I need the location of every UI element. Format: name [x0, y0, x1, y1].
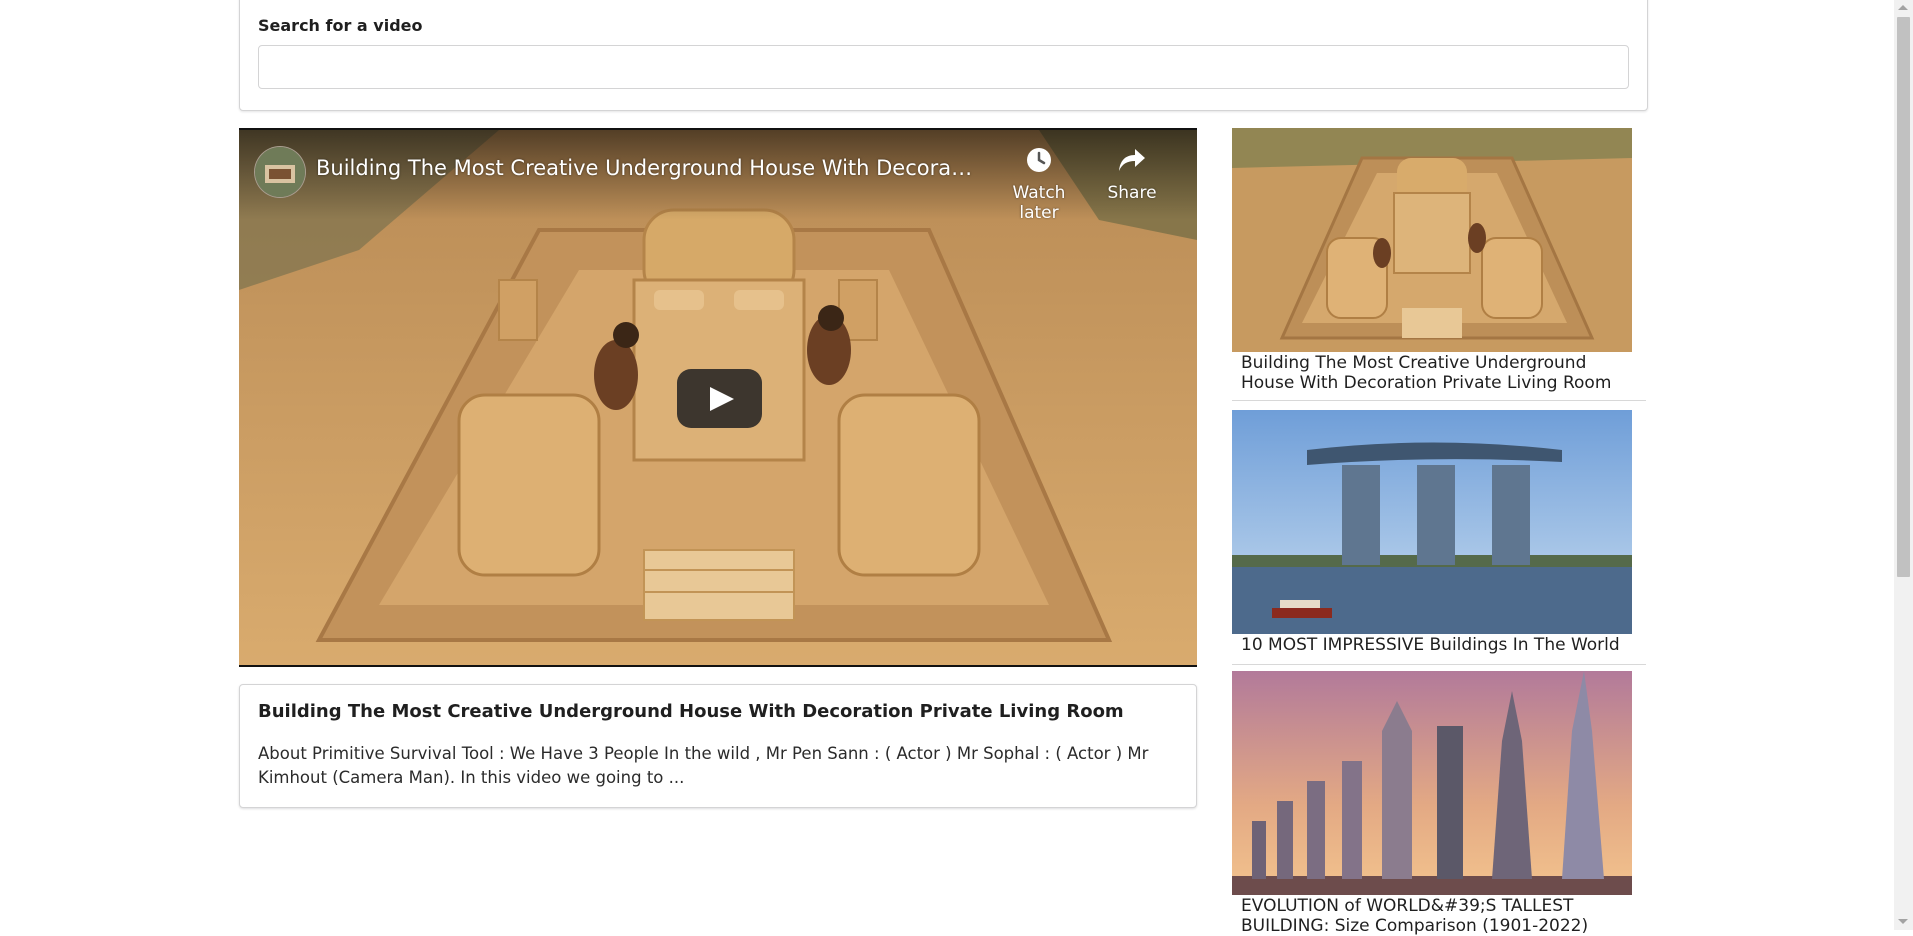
video-player[interactable]: Building The Most Creative Underground H…	[239, 128, 1197, 667]
video-detail-description: About Primitive Survival Tool : We Have …	[258, 744, 1149, 787]
share-arrow-icon	[1092, 146, 1172, 179]
scroll-up-arrow-icon[interactable]	[1898, 5, 1908, 10]
video-list-item[interactable]: EVOLUTION of WORLD&#39;S TALLEST BUILDIN…	[1232, 671, 1646, 936]
scrollbar-thumb[interactable]	[1897, 17, 1910, 577]
clock-icon	[991, 146, 1087, 179]
video-detail-card: Building The Most Creative Underground H…	[239, 684, 1197, 808]
player-header: Building The Most Creative Underground H…	[239, 130, 1197, 223]
share-button[interactable]: Share	[1092, 146, 1172, 203]
search-bar-card: Search for a video	[239, 0, 1648, 111]
video-thumbnail[interactable]	[1232, 128, 1632, 352]
video-thumbnail[interactable]	[1232, 671, 1632, 895]
player-video-title[interactable]: Building The Most Creative Underground H…	[316, 156, 976, 180]
watch-later-label: Watch later	[1012, 183, 1066, 223]
play-icon	[710, 387, 734, 411]
channel-avatar[interactable]	[254, 146, 306, 198]
video-list-item-title[interactable]: EVOLUTION of WORLD&#39;S TALLEST BUILDIN…	[1241, 896, 1631, 936]
video-list-item-title[interactable]: 10 MOST IMPRESSIVE Buildings In The Worl…	[1241, 635, 1631, 655]
video-list-item-title[interactable]: Building The Most Creative Underground H…	[1241, 353, 1631, 393]
search-label: Search for a video	[258, 16, 423, 35]
video-thumbnail[interactable]	[1232, 410, 1632, 634]
play-button[interactable]	[677, 369, 762, 428]
video-list-item[interactable]: Building The Most Creative Underground H…	[1232, 128, 1646, 401]
search-input[interactable]	[258, 45, 1629, 89]
page-scrollbar[interactable]	[1894, 0, 1913, 930]
share-label: Share	[1107, 183, 1157, 203]
scroll-down-arrow-icon[interactable]	[1898, 919, 1908, 924]
video-detail-title: Building The Most Creative Underground H…	[258, 701, 1124, 722]
watch-later-button[interactable]: Watch later	[991, 146, 1087, 223]
video-list-item[interactable]: 10 MOST IMPRESSIVE Buildings In The Worl…	[1232, 410, 1646, 665]
